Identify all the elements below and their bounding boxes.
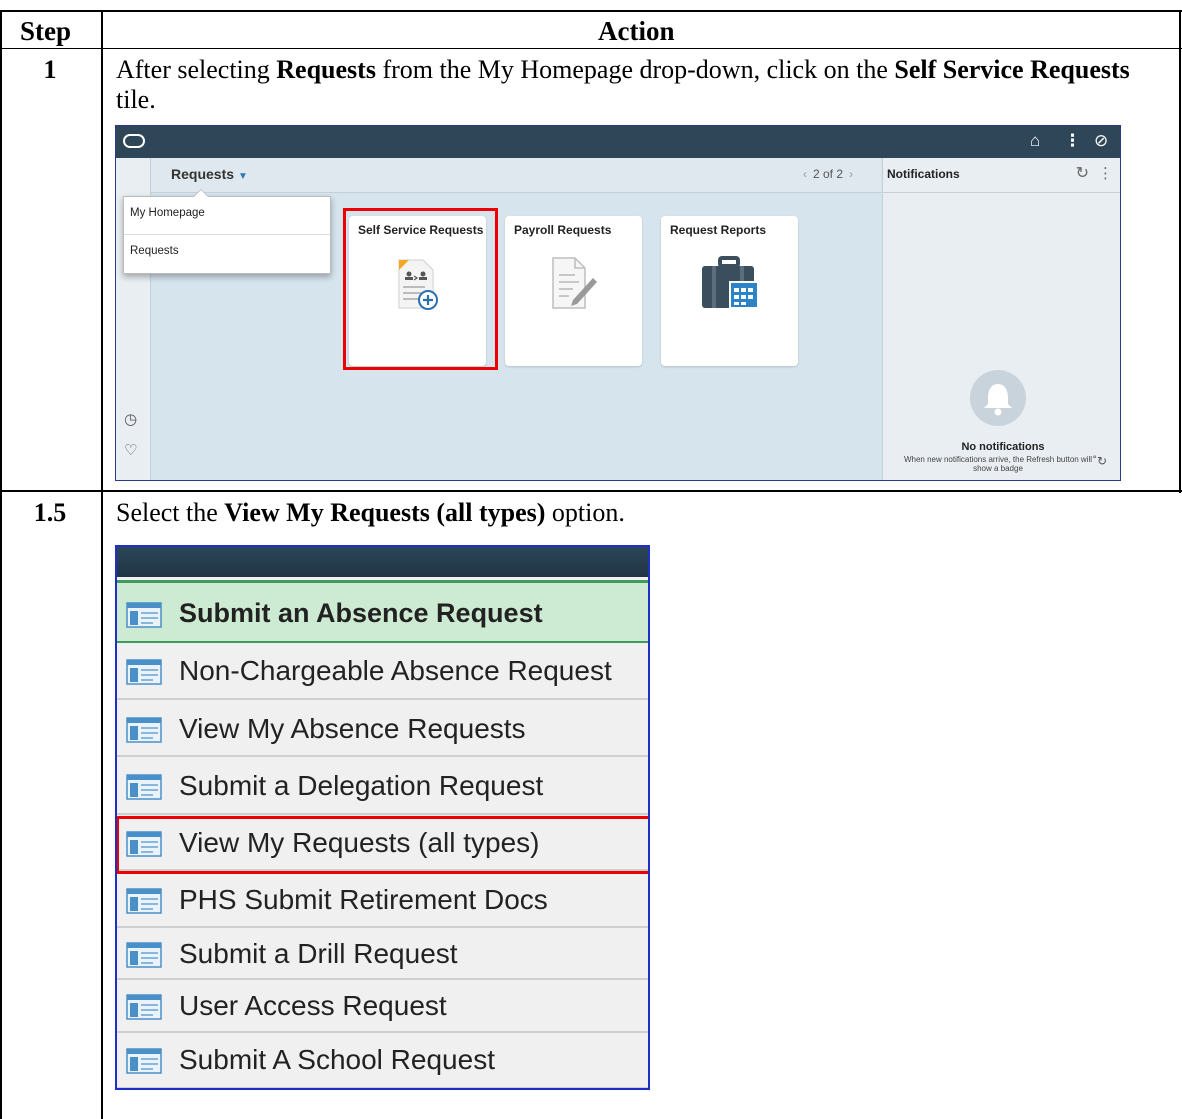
table-left-border xyxy=(0,10,2,1119)
header-step: Step xyxy=(20,16,72,46)
menu-item[interactable]: User Access Request xyxy=(117,981,648,1033)
homepage-header: Requests ▼ ‹ 2 of 2 › xyxy=(151,158,881,193)
chevron-left-icon[interactable]: ‹ xyxy=(803,167,807,181)
instruction-text: option. xyxy=(545,498,625,527)
table-right-border xyxy=(1179,10,1181,493)
notifications-more-icon[interactable]: ⋮ xyxy=(1098,164,1113,182)
menu-item[interactable]: Submit an Absence Request xyxy=(117,580,648,643)
bell-glyph xyxy=(984,384,1012,416)
top-banner: ⌂ ⋮ ⊘ xyxy=(116,126,1120,158)
dropdown-item-requests[interactable]: Requests xyxy=(124,235,330,272)
tile-request-reports[interactable]: Request Reports xyxy=(661,216,798,366)
menu-item-label: User Access Request xyxy=(179,990,447,1021)
page-icon xyxy=(126,659,162,685)
bell-icon xyxy=(970,370,1026,426)
page-icon xyxy=(126,1048,162,1074)
instruction-bold: View My Requests (all types) xyxy=(224,498,546,527)
instruction-bold: Requests xyxy=(276,55,376,84)
notifications-hint: When new notifications arrive, the Refre… xyxy=(903,455,1093,473)
step-instruction: Select the View My Requests (all types) … xyxy=(116,498,1166,528)
instruction-table: Step Action 1 After selecting Requests f… xyxy=(0,0,1182,1119)
page-icon xyxy=(126,601,162,628)
document-edit-icon xyxy=(552,257,597,309)
notifications-title: Notifications xyxy=(887,167,960,181)
instruction-text: tile. xyxy=(116,85,156,114)
homepage-selector[interactable]: Requests ▼ xyxy=(171,166,248,182)
notifications-divider xyxy=(883,192,1120,193)
homepage-selector-label: Requests xyxy=(171,166,235,182)
table-column-divider xyxy=(101,10,103,1119)
oracle-logo-icon xyxy=(123,134,145,148)
tile-title: Request Reports xyxy=(670,223,767,237)
table-header-divider xyxy=(0,48,1182,49)
table-top-border xyxy=(0,10,1182,12)
header-action: Action xyxy=(598,16,675,46)
menu-item-label: Submit A School Request xyxy=(179,1044,495,1075)
instruction-bold: Self Service Requests xyxy=(894,55,1130,84)
page-indicator: ‹ 2 of 2 › xyxy=(797,167,859,181)
menu-item[interactable]: Non-Chargeable Absence Request xyxy=(117,644,648,700)
page-icon xyxy=(126,716,162,743)
home-icon[interactable]: ⌂ xyxy=(1030,131,1040,151)
notifications-panel: Notifications ↻ ⋮ No notifications When … xyxy=(882,158,1120,480)
instruction-text: from the My Homepage drop-down, click on… xyxy=(375,55,895,84)
menu-header-bar xyxy=(117,547,648,577)
highlight-box xyxy=(117,816,648,874)
page-icon xyxy=(126,942,162,968)
homepage-dropdown: My Homepage Requests xyxy=(123,196,331,274)
recent-icon[interactable]: ◷ xyxy=(124,410,137,428)
navbar-icon[interactable]: ⊘ xyxy=(1094,131,1108,151)
dropdown-item-my-homepage[interactable]: My Homepage xyxy=(124,197,330,234)
instruction-text: After selecting xyxy=(116,55,277,84)
highlight-box xyxy=(343,208,498,370)
tile-payroll-requests[interactable]: Payroll Requests xyxy=(505,216,642,366)
menu-item-label: Non-Chargeable Absence Request xyxy=(179,655,612,686)
step-number: 1 xyxy=(43,55,57,84)
menu-item[interactable]: Submit A School Request xyxy=(117,1033,648,1088)
page-icon xyxy=(126,887,162,914)
more-options-icon[interactable]: ⋮ xyxy=(1064,131,1081,151)
favorites-icon[interactable]: ♡ xyxy=(124,441,137,459)
chevron-right-icon[interactable]: › xyxy=(849,167,853,181)
tile-title: Payroll Requests xyxy=(514,223,612,237)
dropdown-pointer-fill xyxy=(194,190,208,197)
refresh-badge-icon: ˚↻ xyxy=(1093,454,1108,468)
menu-item-label: Submit a Delegation Request xyxy=(179,770,544,801)
menu-item-label: Submit a Drill Request xyxy=(179,938,458,969)
refresh-icon[interactable]: ↻ xyxy=(1076,163,1089,183)
menu-item-label: PHS Submit Retirement Docs xyxy=(179,883,548,915)
menu-item[interactable]: PHS Submit Retirement Docs xyxy=(117,873,648,928)
requests-menu-screenshot: Submit an Absence Request Non-Chargeable … xyxy=(115,545,650,1090)
homepage-screenshot: ⌂ ⋮ ⊘ ◷ ♡ Requests ▼ ‹ 2 of 2 › Self Servic… xyxy=(115,125,1121,481)
menu-item[interactable]: Submit a Drill Request xyxy=(117,930,648,980)
caret-down-icon: ▼ xyxy=(238,171,248,182)
menu-item[interactable]: Submit a Delegation Request xyxy=(117,759,648,815)
table-row-divider xyxy=(0,490,1182,492)
page-icon xyxy=(126,774,162,800)
menu-item[interactable]: View My Absence Requests xyxy=(117,702,648,757)
instruction-text: Select the xyxy=(116,498,225,527)
briefcase-calendar-icon xyxy=(702,256,759,309)
page-icon xyxy=(126,994,162,1020)
pager-text: 2 of 2 xyxy=(812,167,843,181)
menu-item-label: View My Absence Requests xyxy=(179,712,526,744)
step-instruction: After selecting Requests from the My Hom… xyxy=(116,55,1166,115)
menu-item-label: Submit an Absence Request xyxy=(179,597,543,628)
no-notifications-text: No notifications xyxy=(961,441,1045,453)
step-number: 1.5 xyxy=(33,498,67,527)
